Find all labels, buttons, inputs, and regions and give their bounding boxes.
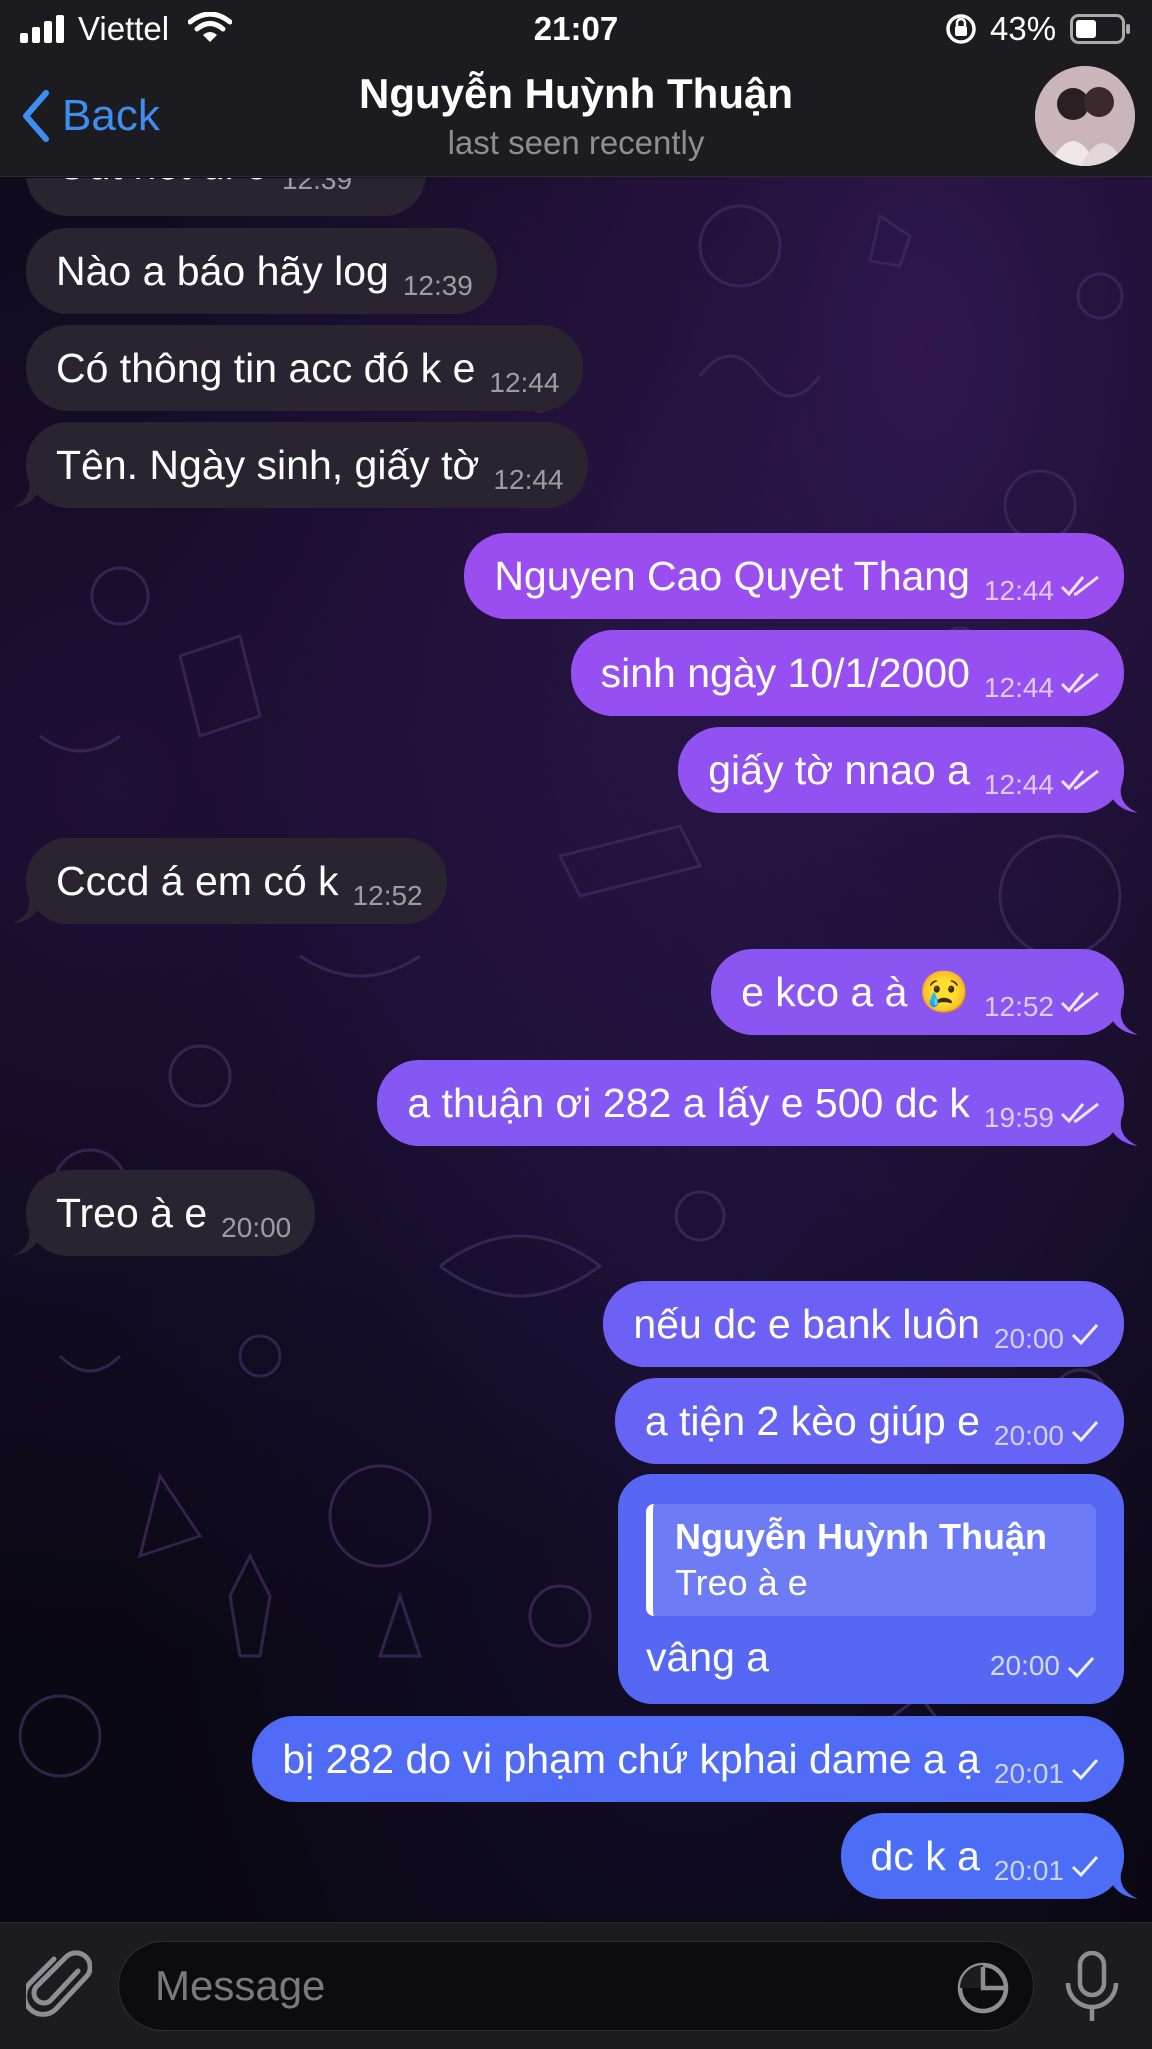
clock: 21:07	[533, 10, 619, 47]
message-time: 12:44	[489, 367, 560, 398]
message-incoming[interactable]: Nào a báo hãy log 12:39	[26, 228, 497, 314]
battery-percent: 43%	[990, 10, 1057, 47]
bubble-tail	[1108, 1869, 1138, 1899]
message-text: Nào a báo hãy log	[56, 248, 389, 294]
message-outgoing[interactable]: e kco a à 😢 12:52	[711, 949, 1138, 1035]
avatar[interactable]	[1035, 66, 1135, 166]
status-bar: Viettel 21:07 43%	[0, 0, 1152, 58]
message-outgoing[interactable]: Nguyen Cao Quyet Thang 12:44	[464, 533, 1124, 619]
double-check-icon	[1060, 575, 1099, 597]
reply-quote[interactable]: Nguyễn Huỳnh Thuận Treo à e	[646, 1504, 1096, 1616]
double-check-icon	[1060, 672, 1099, 694]
message-time: 12:44	[983, 672, 1054, 703]
message-text: dc k a	[870, 1833, 980, 1879]
message-outgoing[interactable]: sinh ngày 10/1/2000 12:44	[570, 630, 1124, 716]
message-time: 20:00	[993, 1323, 1064, 1354]
message-text: Treo à e	[56, 1190, 208, 1236]
message-incoming[interactable]: Cccd á em có k 12:52	[12, 838, 447, 924]
bubble-tail	[1108, 783, 1138, 813]
paperclip-icon[interactable]	[26, 1949, 92, 2021]
message-time: 19:59	[983, 1102, 1054, 1133]
last-seen-status: last seen recently	[447, 124, 705, 161]
message-text: Tên. Ngày sinh, giấy tờ	[56, 442, 480, 488]
rotation-lock-icon	[946, 14, 976, 44]
message-composer	[0, 1922, 1152, 2049]
message-text: Nguyen Cao Quyet Thang	[494, 553, 970, 599]
message-time: 12:52	[352, 880, 423, 911]
chat-title[interactable]: Nguyễn Huỳnh Thuận	[0, 70, 1152, 118]
message-text: vâng a	[646, 1634, 770, 1680]
message-outgoing[interactable]: giấy tờ nnao a 12:44	[678, 727, 1138, 813]
message-time: 12:52	[983, 991, 1054, 1022]
double-check-icon	[1060, 769, 1099, 791]
bubble-tail	[1108, 1116, 1138, 1146]
bubble-tail	[1108, 1005, 1138, 1035]
check-icon	[1071, 1856, 1099, 1878]
message-text: Có thông tin acc đó k e	[56, 345, 476, 391]
message-text: e kco a à 😢	[741, 969, 970, 1015]
check-icon	[1071, 1324, 1099, 1346]
check-icon	[1071, 1421, 1099, 1443]
message-incoming[interactable]: Treo à e 20:00	[12, 1170, 316, 1256]
microphone-icon[interactable]	[1062, 1951, 1122, 2025]
message-text: sinh ngày 10/1/2000	[600, 650, 970, 696]
bubble-tail	[12, 1226, 42, 1256]
message-time: 20:00	[221, 1212, 292, 1243]
message-outgoing[interactable]: dc k a 20:01	[840, 1813, 1138, 1899]
message-outgoing[interactable]: a tiện 2 kèo giúp e 20:00	[614, 1378, 1124, 1464]
message-time: 12:44	[983, 575, 1054, 606]
battery-icon	[1070, 14, 1130, 44]
check-icon	[1067, 1657, 1095, 1679]
message-text: nếu dc e bank luôn	[633, 1301, 980, 1347]
message-outgoing[interactable]: a thuận ơi 282 a lấy e 500 dc k 19:59	[377, 1060, 1138, 1146]
message-outgoing[interactable]: nếu dc e bank luôn 20:00	[603, 1281, 1124, 1367]
message-time: 12:44	[493, 464, 564, 495]
double-check-icon	[1060, 1102, 1099, 1124]
message-time: 20:01	[993, 1855, 1064, 1886]
message-outgoing[interactable]: bị 282 do vi phạm chứ kphai dame a ạ 20:0…	[252, 1716, 1124, 1802]
message-text: bị 282 do vi phạm chứ kphai dame a ạ	[282, 1736, 980, 1782]
message-text: giấy tờ nnao a	[708, 747, 970, 793]
message-text: a tiện 2 kèo giúp e	[644, 1398, 980, 1444]
message-incoming[interactable]: Có thông tin acc đó k e 12:44	[26, 325, 584, 411]
message-outgoing-reply[interactable]: Nguyễn Huỳnh Thuận Treo à e vâng a 20:00	[618, 1474, 1124, 1704]
reply-text: Treo à e	[675, 1562, 808, 1603]
message-time: 20:00	[990, 1650, 1096, 1682]
message-text: Cccd á em có k	[56, 858, 339, 904]
reply-author: Nguyễn Huỳnh Thuận	[675, 1516, 1047, 1557]
message-text: a thuận ơi 282 a lấy e 500 dc k	[407, 1080, 970, 1126]
check-icon	[1071, 1759, 1099, 1781]
double-check-icon	[1060, 991, 1099, 1013]
message-time: 12:44	[983, 769, 1054, 800]
chat-header: Back Nguyễn Huỳnh Thuận last seen recent…	[0, 58, 1152, 177]
message-time: 12:39	[402, 270, 473, 301]
bubble-tail	[12, 478, 42, 508]
message-input[interactable]	[118, 1941, 1034, 2031]
bubble-tail	[12, 894, 42, 924]
message-time: 20:00	[993, 1420, 1064, 1451]
message-incoming[interactable]: Tên. Ngày sinh, giấy tờ 12:44	[12, 422, 588, 508]
sticker-icon[interactable]	[956, 1961, 1010, 2015]
message-time: 20:01	[993, 1758, 1064, 1789]
avatar-photo	[1035, 66, 1135, 166]
